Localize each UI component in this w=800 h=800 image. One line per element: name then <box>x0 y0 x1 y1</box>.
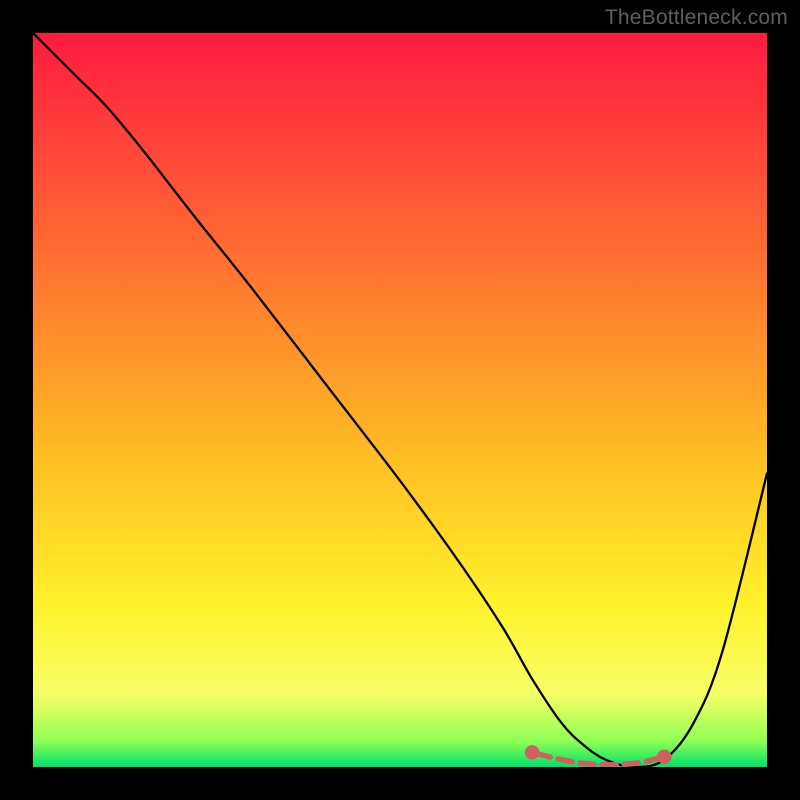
plot-area <box>33 33 767 767</box>
chart-frame: TheBottleneck.com <box>0 0 800 800</box>
chart-svg <box>33 33 767 767</box>
gradient-background <box>33 33 767 767</box>
watermark-text: TheBottleneck.com <box>605 6 788 30</box>
